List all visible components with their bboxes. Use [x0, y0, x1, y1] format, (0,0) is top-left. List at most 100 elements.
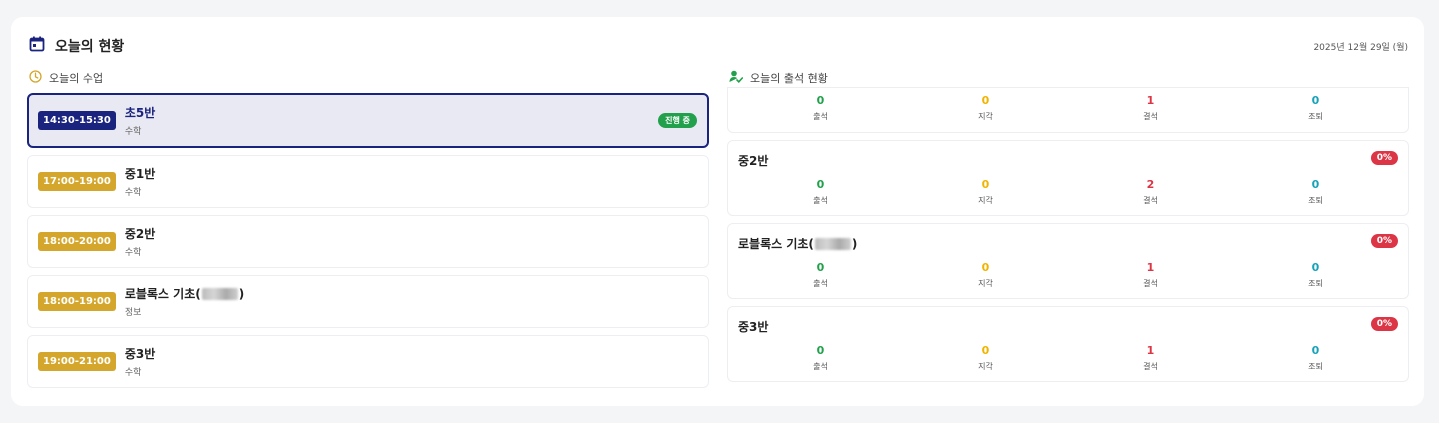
clock-icon	[29, 70, 42, 86]
redacted-text	[201, 287, 238, 300]
time-badge: 14:30-15:30	[38, 111, 116, 130]
absent-label: 결석	[1143, 112, 1158, 121]
class-name: 중1반	[124, 167, 156, 181]
calendar-icon	[29, 36, 45, 56]
absent-label: 결석	[1143, 196, 1158, 205]
class-name-prefix: 로블록스 기초(	[124, 287, 201, 301]
class-list: 14:30-15:30 초5반 수학 진행 중 17:00-19:00 중1반 …	[27, 93, 709, 388]
present-label: 출석	[813, 362, 828, 371]
classes-section-title: 오늘의 수업	[49, 72, 104, 85]
class-subject: 수학	[124, 368, 142, 378]
status-badge: 진행 중	[658, 113, 697, 128]
stat-late: 0 지각	[903, 94, 1068, 122]
class-item[interactable]: 19:00-21:00 중3반 수학	[27, 335, 709, 388]
current-date: 2025년 12월 29일 (월)	[1313, 42, 1408, 53]
class-subject: 수학	[124, 248, 142, 258]
late-label: 지각	[978, 196, 993, 205]
attendance-stats: 0 출석 0 지각 1 결석 0 조퇴	[728, 344, 1408, 372]
early-count: 0	[1311, 261, 1320, 274]
present-label: 출석	[813, 279, 828, 288]
class-name: 중3반	[124, 347, 156, 361]
absent-label: 결석	[1143, 362, 1158, 371]
stat-early: 0 조퇴	[1233, 94, 1398, 122]
early-count: 0	[1311, 94, 1320, 107]
class-subject: 정보	[124, 308, 142, 318]
stat-late: 0 지각	[903, 344, 1068, 372]
absent-count: 1	[1146, 94, 1155, 107]
class-item[interactable]: 18:00-20:00 중2반 수학	[27, 215, 709, 268]
late-count: 0	[981, 344, 990, 357]
stat-present: 0 출석	[738, 178, 903, 206]
attendance-stats: 0 출석 0 지각 1 결석 0 조퇴	[728, 94, 1408, 122]
early-label: 조퇴	[1308, 196, 1323, 205]
absent-label: 결석	[1143, 279, 1158, 288]
attendance-group-name: 중2반	[738, 154, 769, 168]
class-item[interactable]: 14:30-15:30 초5반 수학 진행 중	[27, 93, 709, 148]
early-count: 0	[1311, 344, 1320, 357]
stat-early: 0 조퇴	[1233, 344, 1398, 372]
class-name: 초5반	[124, 106, 156, 120]
redacted-text	[814, 237, 851, 250]
attendance-group-name: 로블록스 기초( )	[738, 235, 857, 252]
percent-badge: 0%	[1370, 317, 1398, 331]
page-title: 오늘의 현황	[55, 39, 125, 55]
attendance-list: 0 출석 0 지각 1 결석 0 조퇴 중2반 0% 0 출석 0 지각 2 결…	[727, 87, 1409, 382]
stat-early: 0 조퇴	[1233, 261, 1398, 289]
absent-count: 1	[1146, 261, 1155, 274]
class-name: 로블록스 기초( )	[125, 285, 244, 302]
class-subject: 수학	[124, 127, 142, 137]
stat-early: 0 조퇴	[1233, 178, 1398, 206]
attendance-section-title: 오늘의 출석 현황	[750, 72, 828, 85]
classes-column: 오늘의 수업 14:30-15:30 초5반 수학 진행 중 17:00-19:…	[27, 69, 709, 395]
classes-section-header: 오늘의 수업	[27, 69, 709, 87]
present-count: 0	[816, 344, 825, 357]
attendance-stats: 0 출석 0 지각 2 결석 0 조퇴	[728, 178, 1408, 206]
stat-present: 0 출석	[738, 344, 903, 372]
stat-present: 0 출석	[738, 94, 903, 122]
group-name-suffix: )	[851, 236, 858, 251]
late-label: 지각	[978, 112, 993, 121]
stat-present: 0 출석	[738, 261, 903, 289]
present-count: 0	[816, 178, 825, 191]
present-count: 0	[816, 94, 825, 107]
today-status-card: 오늘의 현황 2025년 12월 29일 (월) 오늘의 수업 14:30-15…	[11, 17, 1424, 406]
attendance-card: 중3반 0% 0 출석 0 지각 1 결석 0 조퇴	[727, 306, 1409, 382]
time-badge: 18:00-20:00	[38, 232, 116, 251]
stat-absent: 1 결석	[1068, 261, 1233, 289]
late-count: 0	[981, 178, 990, 191]
time-badge: 18:00-19:00	[38, 292, 116, 311]
card-header: 오늘의 현황 2025년 12월 29일 (월)	[29, 35, 1408, 57]
stat-late: 0 지각	[903, 261, 1068, 289]
time-badge: 17:00-19:00	[38, 172, 116, 191]
attendance-group-name: 중3반	[738, 320, 769, 334]
class-name-suffix: )	[238, 286, 245, 301]
class-subject: 수학	[124, 188, 142, 198]
attendance-stats: 0 출석 0 지각 1 결석 0 조퇴	[728, 261, 1408, 289]
class-item[interactable]: 17:00-19:00 중1반 수학	[27, 155, 709, 208]
class-item[interactable]: 18:00-19:00 로블록스 기초( ) 정보	[27, 275, 709, 328]
stat-absent: 2 결석	[1068, 178, 1233, 206]
absent-count: 1	[1146, 344, 1155, 357]
group-name-prefix: 로블록스 기초(	[738, 237, 814, 251]
percent-badge: 0%	[1370, 234, 1398, 248]
attendance-card: 0 출석 0 지각 1 결석 0 조퇴	[727, 87, 1409, 133]
early-label: 조퇴	[1308, 362, 1323, 371]
late-label: 지각	[978, 362, 993, 371]
absent-count: 2	[1146, 178, 1155, 191]
attendance-card: 로블록스 기초( ) 0% 0 출석 0 지각 1 결석 0 조퇴	[727, 223, 1409, 299]
late-count: 0	[981, 261, 990, 274]
stat-absent: 1 결석	[1068, 94, 1233, 122]
early-label: 조퇴	[1308, 112, 1323, 121]
late-label: 지각	[978, 279, 993, 288]
early-count: 0	[1311, 178, 1320, 191]
attendance-card: 중2반 0% 0 출석 0 지각 2 결석 0 조퇴	[727, 140, 1409, 216]
present-label: 출석	[813, 112, 828, 121]
percent-badge: 0%	[1370, 151, 1398, 165]
present-label: 출석	[813, 196, 828, 205]
stat-absent: 1 결석	[1068, 344, 1233, 372]
present-count: 0	[816, 261, 825, 274]
user-check-icon	[729, 70, 744, 86]
class-name: 중2반	[124, 227, 156, 241]
late-count: 0	[981, 94, 990, 107]
stat-late: 0 지각	[903, 178, 1068, 206]
